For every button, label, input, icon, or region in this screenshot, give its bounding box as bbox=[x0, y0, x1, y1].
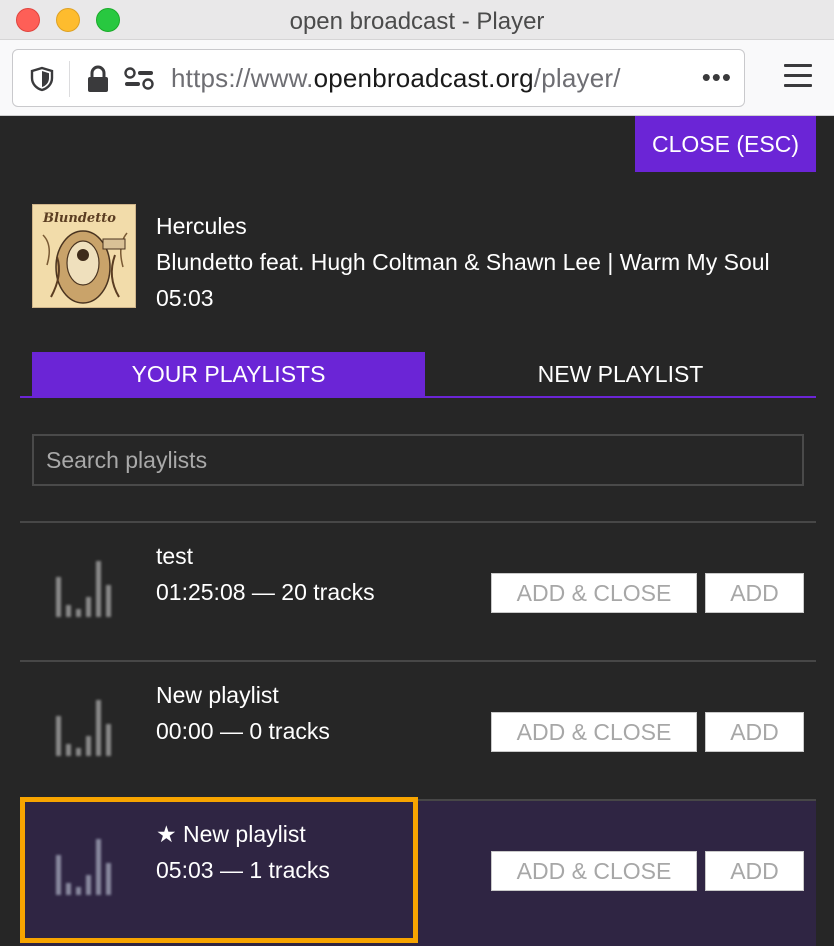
tab-new-playlist[interactable]: NEW PLAYLIST bbox=[425, 352, 816, 396]
now-playing-title: Hercules bbox=[156, 213, 247, 239]
now-playing-duration: 05:03 bbox=[156, 285, 214, 311]
playlist-row[interactable]: test 01:25:08 — 20 tracks ADD & CLOSE AD… bbox=[20, 521, 816, 659]
window-title: open broadcast - Player bbox=[289, 8, 545, 35]
album-cover: Blundetto bbox=[32, 204, 136, 308]
playlist-meta: 00:00 — 0 tracks bbox=[156, 718, 330, 744]
album-cover-art: Blundetto bbox=[33, 205, 135, 307]
add-and-close-button[interactable]: ADD & CLOSE bbox=[491, 712, 697, 752]
url-domain: openbroadcast.org bbox=[313, 63, 534, 93]
star-icon: ★ bbox=[156, 821, 177, 847]
tab-your-playlists[interactable]: YOUR PLAYLISTS bbox=[32, 352, 425, 396]
permissions-icon[interactable] bbox=[123, 66, 155, 92]
add-button[interactable]: ADD bbox=[705, 573, 804, 613]
add-button[interactable]: ADD bbox=[705, 851, 804, 891]
playlist-row-selected[interactable]: ★ New playlist 05:03 — 1 tracks ADD & CL… bbox=[20, 799, 816, 946]
playlist-bars-icon bbox=[56, 561, 111, 617]
url-text[interactable]: https://www.openbroadcast.org/player/ bbox=[171, 63, 621, 94]
shield-icon[interactable] bbox=[29, 66, 55, 92]
playlist-bars-icon bbox=[56, 700, 111, 756]
address-bar[interactable]: https://www.openbroadcast.org/player/ ••… bbox=[12, 49, 745, 107]
playlist-name: test bbox=[156, 543, 194, 569]
hamburger-menu-icon[interactable] bbox=[784, 64, 812, 92]
search-playlists-input[interactable] bbox=[32, 434, 804, 486]
add-and-close-button[interactable]: ADD & CLOSE bbox=[491, 851, 697, 891]
playlist-bars-icon bbox=[56, 839, 111, 895]
playlist-name: New playlist bbox=[156, 682, 279, 708]
playlist-tabs: YOUR PLAYLISTS NEW PLAYLIST bbox=[20, 352, 816, 398]
lock-icon[interactable] bbox=[85, 64, 111, 94]
playlist-meta: 01:25:08 — 20 tracks bbox=[156, 579, 375, 605]
window-titlebar: open broadcast - Player bbox=[0, 0, 834, 40]
playlist-name: ★ New playlist bbox=[156, 821, 306, 848]
url-prefix: https://www. bbox=[171, 63, 314, 93]
playlist-meta: 05:03 — 1 tracks bbox=[156, 857, 330, 883]
address-bar-separator bbox=[69, 61, 70, 97]
browser-toolbar: https://www.openbroadcast.org/player/ ••… bbox=[0, 40, 834, 116]
playlist-name-text: New playlist bbox=[183, 821, 306, 847]
page-actions-more-icon[interactable]: ••• bbox=[702, 62, 732, 93]
add-and-close-button[interactable]: ADD & CLOSE bbox=[491, 573, 697, 613]
add-button[interactable]: ADD bbox=[705, 712, 804, 752]
cover-text: Blundetto bbox=[42, 211, 116, 226]
close-button[interactable]: CLOSE (ESC) bbox=[635, 116, 816, 172]
url-path: /player/ bbox=[533, 63, 621, 93]
playlist-row[interactable]: New playlist 00:00 — 0 tracks ADD & CLOS… bbox=[20, 660, 816, 798]
now-playing-artist-release: Blundetto feat. Hugh Coltman & Shawn Lee… bbox=[156, 249, 770, 275]
